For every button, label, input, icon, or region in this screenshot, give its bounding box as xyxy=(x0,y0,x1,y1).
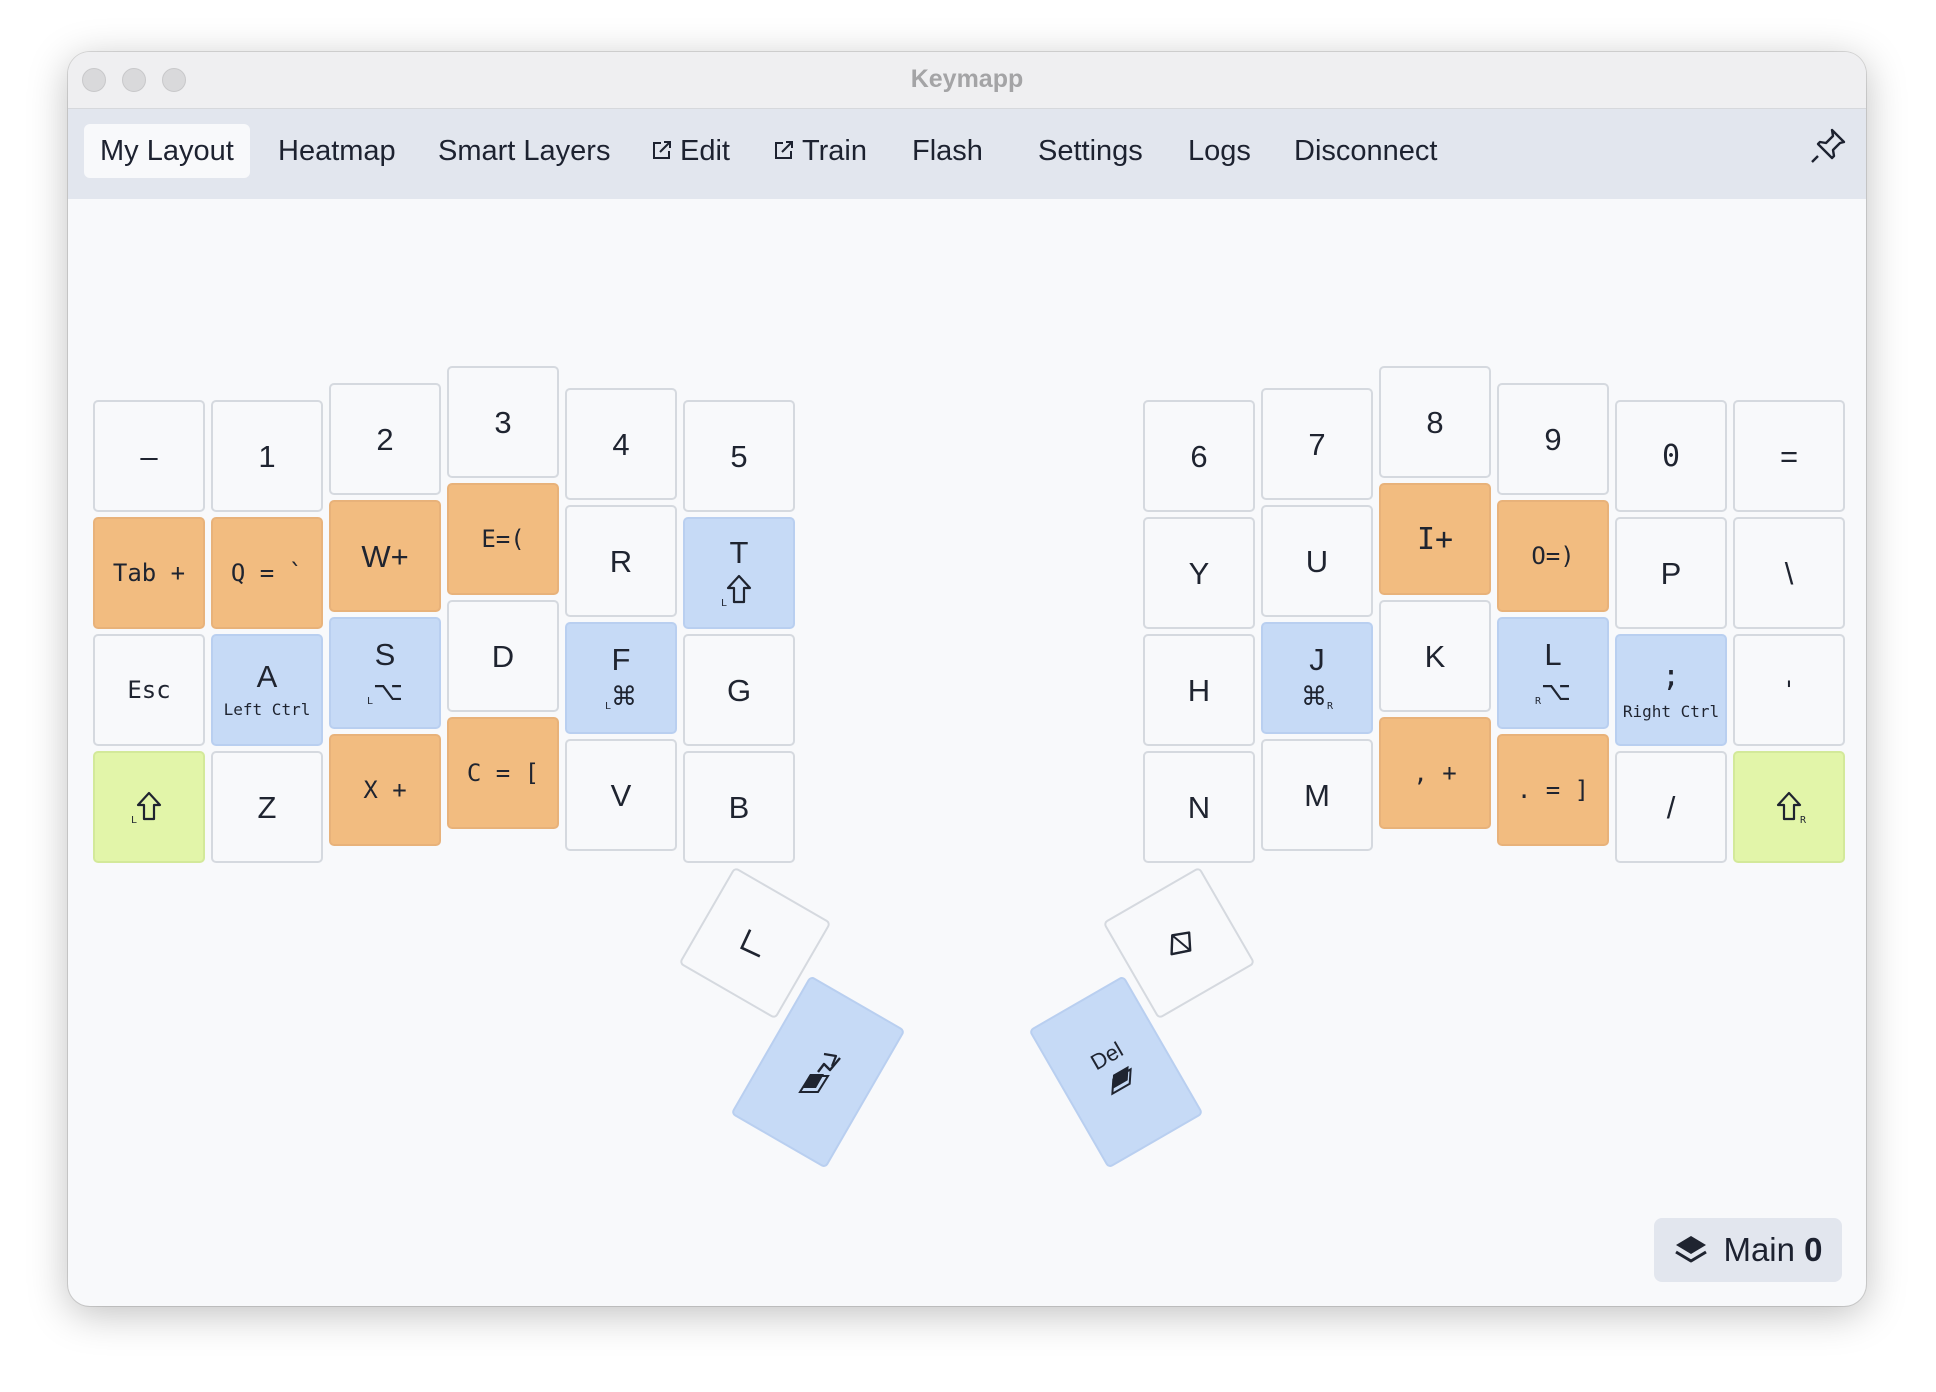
key[interactable]: N xyxy=(1143,751,1255,863)
key[interactable]: C = [ xyxy=(447,717,559,829)
key[interactable]: Tab + xyxy=(93,517,205,629)
key[interactable]: \ xyxy=(1733,517,1845,629)
current-layer-indicator[interactable]: Main 0 xyxy=(1654,1218,1842,1282)
key[interactable]: T L xyxy=(683,517,795,629)
key[interactable]: R xyxy=(1733,751,1845,863)
key[interactable]: . = ] xyxy=(1497,734,1609,846)
right-shift-icon: R xyxy=(1776,791,1807,826)
hyper-key-icon xyxy=(1170,931,1192,956)
key[interactable]: U xyxy=(1261,505,1373,617)
key[interactable]: G xyxy=(683,634,795,746)
command-icon: ⌘ xyxy=(1300,681,1327,711)
option-icon: ⌥ xyxy=(373,676,403,706)
left-shift-icon: L xyxy=(721,574,752,609)
key[interactable]: E=( xyxy=(447,483,559,595)
key[interactable]: 6 xyxy=(1143,400,1255,512)
key[interactable]: – xyxy=(93,400,205,512)
key[interactable]: Esc xyxy=(93,634,205,746)
key[interactable]: K xyxy=(1379,600,1491,712)
key[interactable]: L R ⌥ xyxy=(1497,617,1609,729)
key[interactable]: R xyxy=(565,505,677,617)
key[interactable]: 0 xyxy=(1615,400,1727,512)
key[interactable]: M xyxy=(1261,739,1373,851)
key[interactable]: H xyxy=(1143,634,1255,746)
svg-text:R: R xyxy=(1800,815,1807,826)
key[interactable]: Z xyxy=(211,751,323,863)
key[interactable]: Y xyxy=(1143,517,1255,629)
layer-index: 0 xyxy=(1804,1231,1823,1268)
key[interactable]: D xyxy=(447,600,559,712)
key[interactable]: , + xyxy=(1379,717,1491,829)
key[interactable]: 1 xyxy=(211,400,323,512)
key[interactable]: 9 xyxy=(1497,383,1609,495)
key[interactable]: ; Right Ctrl xyxy=(1615,634,1727,746)
key[interactable]: F L ⌘ xyxy=(565,622,677,734)
key[interactable]: 5 xyxy=(683,400,795,512)
key[interactable]: 4 xyxy=(565,388,677,500)
app-window: Keymapp My Layout Heatmap Smart Layers E… xyxy=(68,52,1866,1306)
svg-text:L: L xyxy=(721,598,727,609)
svg-text:L: L xyxy=(131,815,137,826)
key[interactable]: X + xyxy=(329,734,441,846)
command-icon: ⌘ xyxy=(611,681,638,711)
left-shift-icon: L xyxy=(131,791,162,826)
option-icon: ⌥ xyxy=(1541,676,1571,706)
key[interactable]: Q = ` xyxy=(211,517,323,629)
key[interactable]: = xyxy=(1733,400,1845,512)
keyboard-layout: – 1 2 3 4 5 Tab + Q = ` W+ E=( R T L Esc… xyxy=(68,52,1866,1306)
key[interactable]: J ⌘ R xyxy=(1261,622,1373,734)
layer-name: Main xyxy=(1723,1231,1795,1268)
key[interactable]: S L ⌥ xyxy=(329,617,441,729)
key[interactable]: V xyxy=(565,739,677,851)
key[interactable]: 7 xyxy=(1261,388,1373,500)
key[interactable]: 2 xyxy=(329,383,441,495)
key[interactable]: 8 xyxy=(1379,366,1491,478)
key[interactable]: I+ xyxy=(1379,483,1491,595)
key[interactable]: / xyxy=(1615,751,1727,863)
key[interactable]: W+ xyxy=(329,500,441,612)
key[interactable]: L xyxy=(93,751,205,863)
key[interactable]: P xyxy=(1615,517,1727,629)
left-bracket-key-icon xyxy=(739,929,761,958)
layers-icon xyxy=(1675,1236,1708,1263)
key[interactable]: O=) xyxy=(1497,500,1609,612)
key[interactable]: ' xyxy=(1733,634,1845,746)
key[interactable]: B xyxy=(683,751,795,863)
key[interactable]: A Left Ctrl xyxy=(211,634,323,746)
key[interactable]: 3 xyxy=(447,366,559,478)
layer-switch-icon xyxy=(798,1052,841,1093)
